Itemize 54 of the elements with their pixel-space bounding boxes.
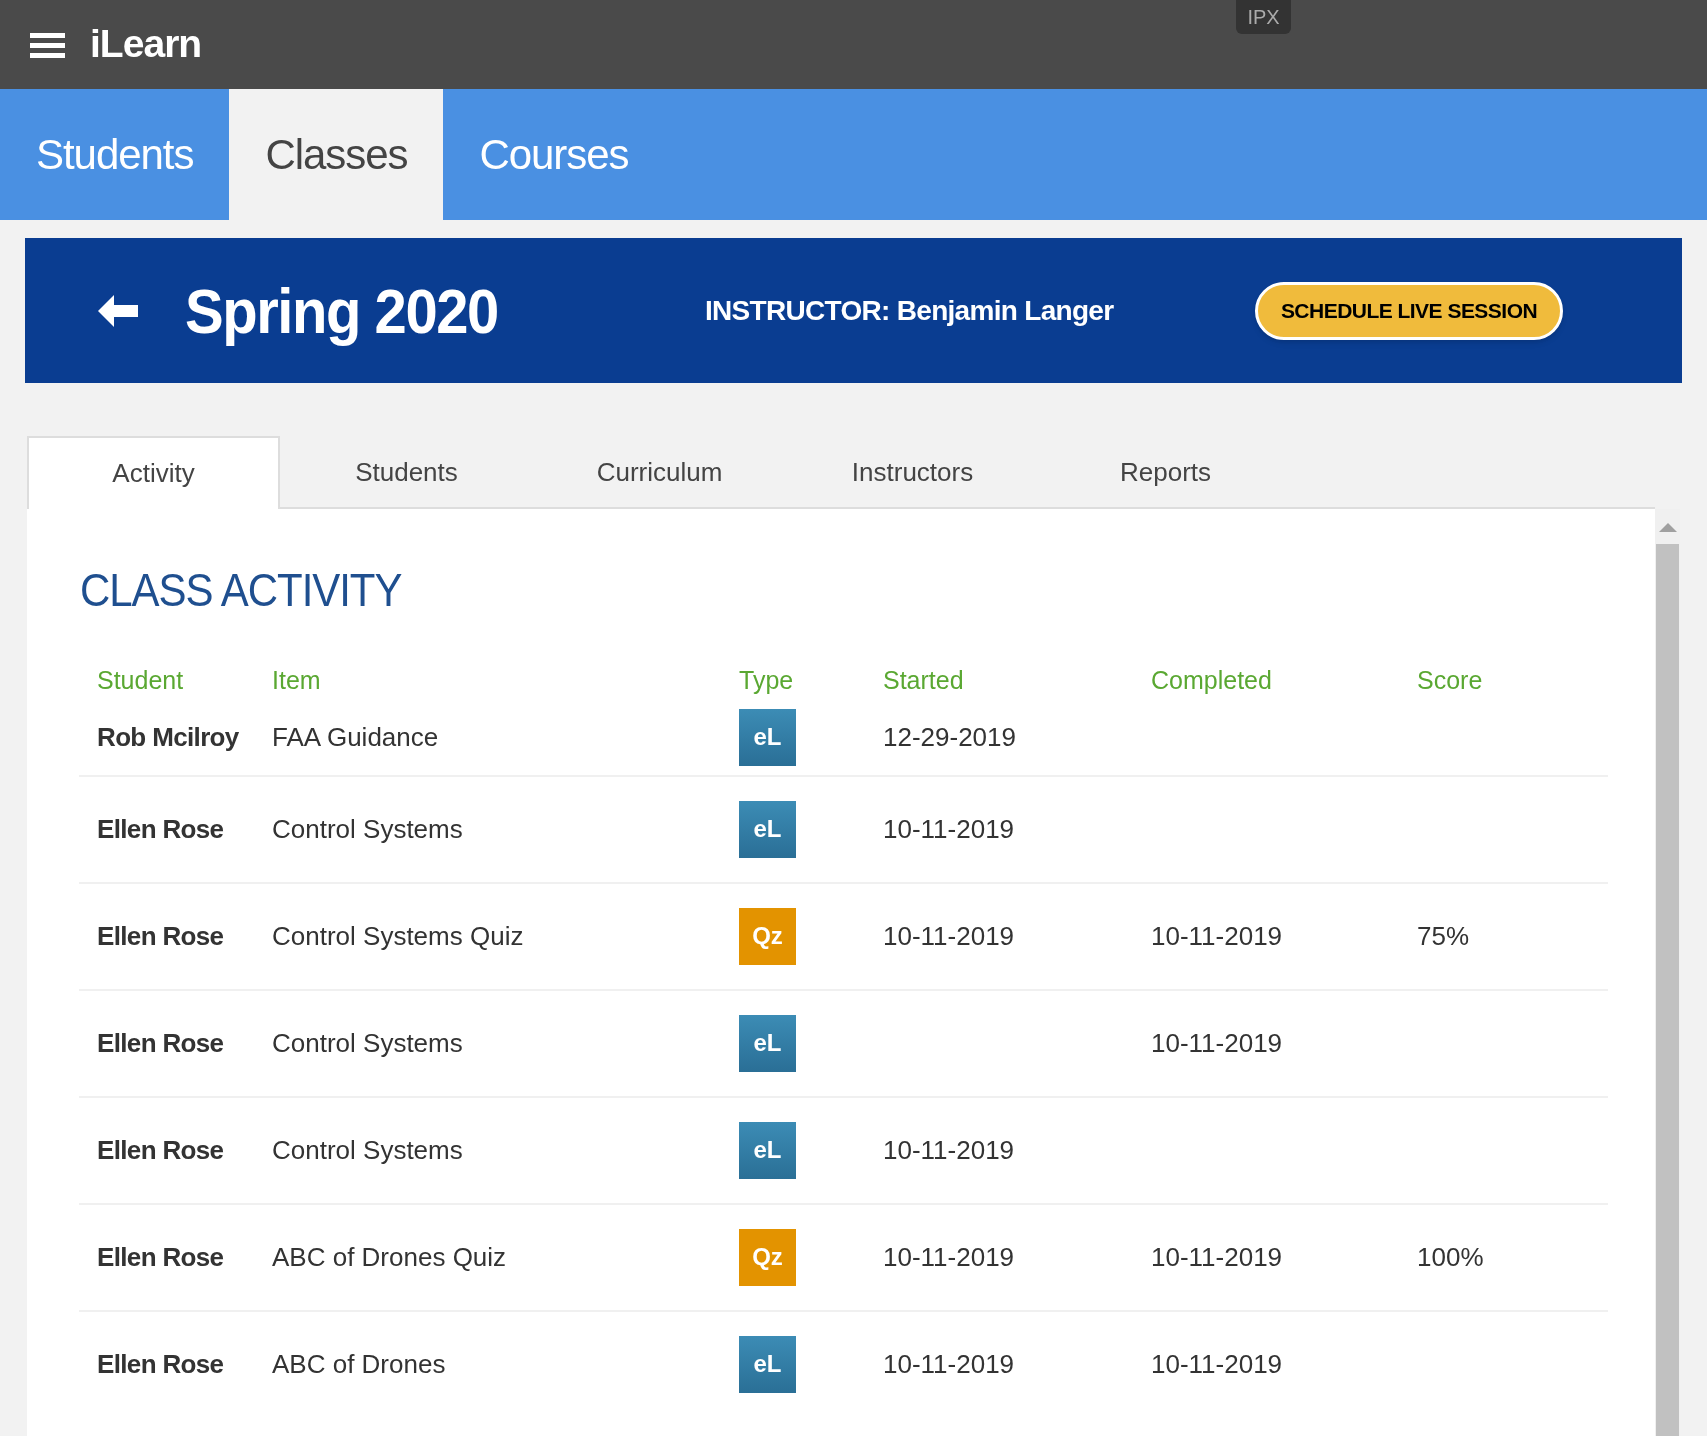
column-header: Started bbox=[883, 666, 964, 694]
section-title: CLASS ACTIVITY bbox=[80, 563, 402, 619]
app-title: iLearn bbox=[90, 21, 202, 68]
started-date: 10-11-2019 bbox=[883, 813, 1015, 844]
column-header: Type bbox=[739, 666, 794, 694]
student-name: Ellen Rose bbox=[97, 813, 224, 844]
column-header: Completed bbox=[1151, 666, 1272, 694]
student-name: Ellen Rose bbox=[97, 1241, 224, 1272]
score: 100% bbox=[1417, 1241, 1484, 1272]
type-badge: Qz bbox=[739, 1228, 796, 1286]
tab[interactable]: Activity bbox=[27, 436, 280, 509]
type-badge: eL bbox=[739, 1335, 796, 1393]
score: 75% bbox=[1417, 920, 1470, 951]
item-name: Control Systems bbox=[272, 813, 463, 844]
column-header: Score bbox=[1417, 666, 1483, 694]
started-date: 10-11-2019 bbox=[883, 1241, 1015, 1272]
started-date: 10-11-2019 bbox=[883, 1134, 1015, 1165]
scroll-up-icon[interactable] bbox=[1658, 523, 1677, 532]
type-badge: eL bbox=[739, 708, 796, 766]
schedule-live-session-button[interactable]: SCHEDULE LIVE SESSION bbox=[1255, 281, 1563, 340]
tab[interactable]: Students bbox=[280, 436, 533, 509]
nav-tab[interactable]: Classes bbox=[229, 89, 444, 220]
item-name: FAA Guidance bbox=[272, 721, 439, 752]
item-name: Control Systems bbox=[272, 1027, 463, 1058]
tab[interactable]: Instructors bbox=[786, 436, 1039, 509]
column-header: Item bbox=[272, 666, 321, 694]
tab[interactable]: Reports bbox=[1039, 436, 1292, 509]
student-name: Rob Mcilroy bbox=[97, 721, 239, 752]
menu-icon[interactable] bbox=[30, 30, 65, 59]
instructor-label: INSTRUCTOR: Benjamin Langer bbox=[705, 293, 1115, 328]
item-name: Control Systems Quiz bbox=[272, 920, 524, 951]
started-date: 10-11-2019 bbox=[883, 920, 1015, 951]
type-badge: eL bbox=[739, 1014, 796, 1072]
column-header: Student bbox=[97, 666, 184, 694]
back-arrow-icon[interactable] bbox=[98, 294, 138, 327]
environment-badge: IPX bbox=[1236, 0, 1291, 34]
type-badge: Qz bbox=[739, 907, 796, 965]
item-name: Control Systems bbox=[272, 1134, 463, 1165]
class-title: Spring 2020 bbox=[185, 273, 499, 349]
started-date: 10-11-2019 bbox=[883, 1348, 1015, 1379]
completed-date: 10-11-2019 bbox=[1151, 1027, 1283, 1058]
student-name: Ellen Rose bbox=[97, 1134, 224, 1165]
student-name: Ellen Rose bbox=[97, 1027, 224, 1058]
item-name: ABC of Drones bbox=[272, 1348, 446, 1379]
completed-date: 10-11-2019 bbox=[1151, 1348, 1283, 1379]
completed-date: 10-11-2019 bbox=[1151, 920, 1283, 951]
item-name: ABC of Drones Quiz bbox=[272, 1241, 507, 1272]
student-name: Ellen Rose bbox=[97, 1348, 224, 1379]
tab[interactable]: Curriculum bbox=[533, 436, 786, 509]
started-date: 12-29-2019 bbox=[883, 721, 1016, 752]
type-badge: eL bbox=[739, 1121, 796, 1179]
student-name: Ellen Rose bbox=[97, 920, 224, 951]
type-badge: eL bbox=[739, 800, 796, 858]
completed-date: 10-11-2019 bbox=[1151, 1241, 1283, 1272]
